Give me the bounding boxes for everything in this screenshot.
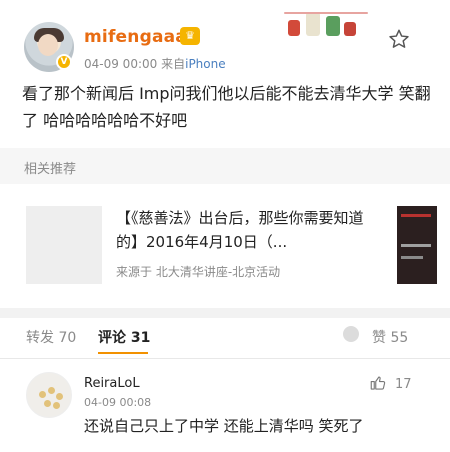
vip-crown-icon: ♛ [180, 27, 200, 45]
post-username[interactable]: mifengaaa [84, 27, 187, 47]
side-image-stripe [401, 214, 431, 217]
tab-repost[interactable]: 转发 70 [26, 327, 76, 347]
post-time: 04-09 00:00 [84, 57, 158, 71]
recommend-side-image[interactable] [397, 206, 437, 284]
section-divider [0, 308, 450, 318]
recommend-source: 来源于 北大清华讲座-北京活动 [116, 265, 281, 279]
active-tab-indicator [98, 352, 148, 354]
commenter-name[interactable]: ReiraLoL [84, 376, 140, 391]
card-decoration-icon [284, 8, 370, 42]
favorite-star-icon[interactable] [388, 28, 410, 50]
recommend-thumbnail[interactable] [26, 206, 102, 284]
thumbs-up-icon[interactable] [369, 374, 387, 392]
comment-like-count: 17 [395, 377, 412, 392]
verified-badge-icon: V [56, 54, 72, 70]
tab-comment[interactable]: 评论 31 [98, 327, 150, 347]
side-image-stripe [401, 256, 423, 259]
post-source-prefix: 来自 [161, 57, 186, 71]
avatar-face [38, 34, 58, 56]
recommend-title[interactable]: 【《慈善法》出台后，那些你需要知道的】2016年4月10日（... [116, 206, 380, 254]
recommend-section-title: 相关推荐 [24, 162, 77, 177]
liker-avatar [341, 324, 361, 344]
commenter-avatar[interactable] [26, 372, 72, 418]
side-image-stripe [401, 244, 431, 247]
post-header: V mifengaaa ♛ 04-09 00:00 来自iPhone [0, 0, 450, 78]
post-body-text: 看了那个新闻后 Imp问我们他以后能不能去清华大学 笑翻了 哈哈哈哈哈哈不好吧 [22, 84, 431, 130]
tab-like[interactable]: 赞 55 [372, 327, 408, 347]
comment-time: 04-09 00:08 [84, 396, 152, 409]
post-meta: 04-09 00:00 来自iPhone [84, 55, 226, 72]
comment-text: 还说自己只上了中学 还能上清华吗 笑死了 [84, 417, 364, 435]
post-source-link[interactable]: iPhone [185, 57, 226, 71]
